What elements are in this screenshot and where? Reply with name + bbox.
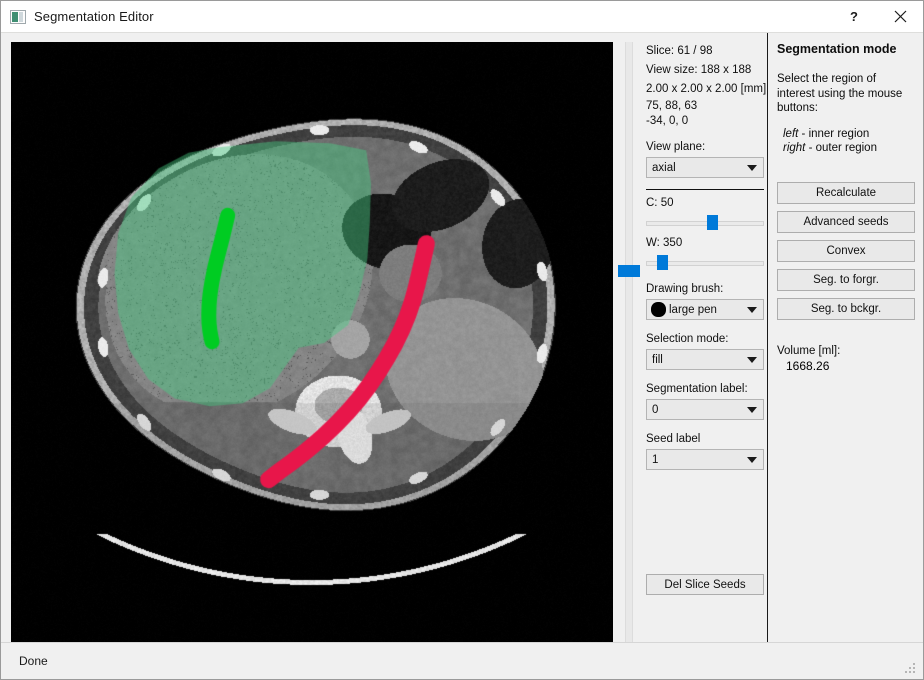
slice-info: Slice: 61 / 98 <box>646 45 713 57</box>
close-button[interactable] <box>877 1 923 32</box>
segmentation-editor-window: Segmentation Editor ? Slice: 61 / 98 Vie… <box>0 0 924 680</box>
seg-to-foreground-button[interactable]: Seg. to forgr. <box>777 268 915 291</box>
selection-mode-label: Selection mode: <box>646 333 729 345</box>
contrast-slider[interactable] <box>646 215 764 230</box>
mouse-left-text: - inner region <box>798 127 870 140</box>
drawing-brush-select[interactable]: large pen <box>646 299 764 320</box>
seed-label-label: Seed label <box>646 433 701 445</box>
view-plane-value: axial <box>652 161 676 174</box>
view-plane-select[interactable]: axial <box>646 157 764 178</box>
mouse-right-text: - outer region <box>805 142 877 154</box>
chevron-down-icon <box>747 456 757 463</box>
drawing-brush-label: Drawing brush: <box>646 283 724 295</box>
advanced-seeds-button[interactable]: Advanced seeds <box>777 210 915 233</box>
segmentation-label-value: 0 <box>652 403 659 416</box>
segmentation-mode-heading: Segmentation mode <box>777 42 897 56</box>
help-button[interactable]: ? <box>831 1 877 32</box>
mouse-right-key: right <box>783 142 806 154</box>
view-size-info: View size: 188 x 188 <box>646 64 752 76</box>
chevron-down-icon <box>747 164 757 171</box>
width-slider[interactable] <box>646 255 764 270</box>
view-plane-label: View plane: <box>646 141 706 153</box>
window-title: Segmentation Editor <box>34 9 154 24</box>
image-viewer[interactable] <box>11 42 613 644</box>
slice-scrollbar[interactable] <box>618 42 640 644</box>
mm-coordinates: -34, 0, 0 <box>646 114 689 127</box>
drawing-brush-value: large pen <box>669 303 717 316</box>
voxel-coordinates: 75, 88, 63 <box>646 100 698 112</box>
mouse-right-hint: right - outer region <box>783 141 915 156</box>
segmentation-panel: Segmentation mode Select the region of i… <box>777 42 915 373</box>
app-icon <box>10 9 26 24</box>
seed-label-value: 1 <box>652 453 659 466</box>
seed-label-select[interactable]: 1 <box>646 449 764 470</box>
width-label: W: 350 <box>646 237 683 249</box>
del-slice-seeds-button[interactable]: Del Slice Seeds <box>646 574 764 595</box>
status-message: Done <box>19 654 48 668</box>
recalculate-button[interactable]: Recalculate <box>777 181 915 204</box>
window-controls: ? <box>831 1 923 32</box>
mouse-left-key: left <box>783 127 799 140</box>
mouse-left-hint: left - inner region <box>783 127 915 142</box>
contrast-slider-track[interactable] <box>646 221 764 226</box>
title-bar: Segmentation Editor ? <box>1 1 923 33</box>
control-panel: Slice: 61 / 98 View size: 188 x 188 2.00… <box>646 42 767 470</box>
panel-divider <box>767 33 768 645</box>
volume-value: 1668.26 <box>786 358 830 373</box>
volume-label: Volume [ml]: <box>777 344 841 357</box>
width-slider-thumb[interactable] <box>656 255 668 270</box>
chevron-down-icon <box>747 356 757 363</box>
segmentation-description: Select the region of interest using the … <box>777 73 903 114</box>
close-icon <box>894 10 906 23</box>
resize-grip-icon[interactable] <box>904 663 917 674</box>
convex-button[interactable]: Convex <box>777 239 915 262</box>
pen-icon <box>652 303 665 316</box>
selection-mode-select[interactable]: fill <box>646 349 764 370</box>
contrast-label: C: 50 <box>646 197 674 209</box>
slice-scrollbar-track[interactable] <box>625 42 633 644</box>
chevron-down-icon <box>747 406 757 413</box>
slice-scrollbar-thumb[interactable] <box>618 265 640 277</box>
segmentation-label-select[interactable]: 0 <box>646 399 764 420</box>
chevron-down-icon <box>747 306 757 313</box>
mouse-button-hints: left - inner region right - outer region <box>777 127 915 156</box>
contrast-slider-thumb[interactable] <box>706 215 718 230</box>
status-bar: Done <box>1 642 923 679</box>
segmentation-label-label: Segmentation label: <box>646 383 748 395</box>
seg-to-background-button[interactable]: Seg. to bckgr. <box>777 297 915 320</box>
control-divider <box>646 189 764 190</box>
voxel-size-info: 2.00 x 2.00 x 2.00 [mm] <box>646 83 767 95</box>
selection-mode-value: fill <box>652 353 663 366</box>
window-content: Slice: 61 / 98 View size: 188 x 188 2.00… <box>1 33 923 674</box>
ct-slice-canvas[interactable] <box>11 42 613 644</box>
